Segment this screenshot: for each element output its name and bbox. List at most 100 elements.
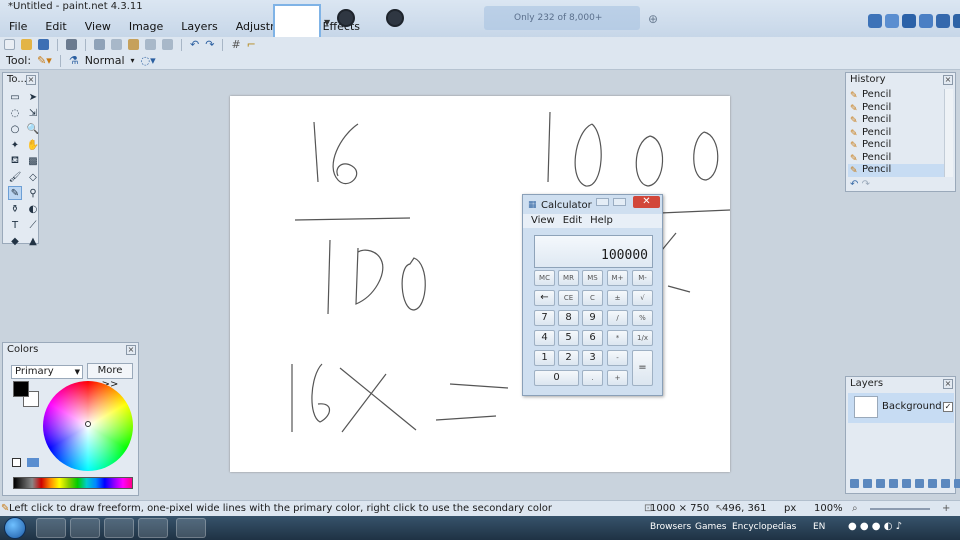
palette-icon[interactable] bbox=[919, 14, 933, 28]
ellipse-select-icon[interactable]: ○ bbox=[8, 122, 22, 136]
calc-menu-help[interactable]: Help bbox=[590, 214, 613, 228]
lasso-select-icon[interactable]: ◌ bbox=[8, 106, 22, 120]
calc-button-reciprocal[interactable]: 1/x bbox=[632, 330, 653, 346]
crop-icon[interactable] bbox=[145, 39, 156, 50]
layers-icon[interactable] bbox=[953, 14, 960, 28]
magic-wand-icon[interactable]: ✦ bbox=[8, 138, 22, 152]
paint-bucket-icon[interactable]: ⛾ bbox=[8, 154, 22, 168]
pan-hand-icon[interactable]: ✋ bbox=[26, 138, 40, 152]
zoom-select[interactable]: 100% bbox=[814, 501, 843, 516]
shapes-icon[interactable]: ◆ bbox=[8, 234, 22, 248]
calc-button-m-minus[interactable]: M- bbox=[632, 270, 653, 286]
calc-button-9[interactable]: 9 bbox=[582, 310, 603, 326]
clone-stamp-icon[interactable]: ⚱ bbox=[8, 202, 22, 216]
calc-button-equals[interactable]: = bbox=[632, 350, 653, 386]
start-button[interactable] bbox=[4, 517, 26, 539]
save-icon[interactable] bbox=[38, 39, 49, 50]
blend-mode-select[interactable]: Normal bbox=[85, 54, 125, 67]
duplicate-layer-icon[interactable] bbox=[876, 479, 885, 488]
redo-icon[interactable] bbox=[954, 479, 960, 488]
history-item-selected[interactable]: ✎ Pencil bbox=[848, 164, 946, 177]
taskbar-app-calculator[interactable] bbox=[176, 518, 206, 538]
calc-button-ms[interactable]: MS bbox=[582, 270, 603, 286]
calc-button-divide[interactable]: / bbox=[607, 310, 628, 326]
history-item[interactable]: ✎ Pencil bbox=[848, 139, 946, 152]
undo-icon[interactable]: ↶ bbox=[850, 179, 858, 190]
calc-button-percent[interactable]: % bbox=[632, 310, 653, 326]
zoom-icon[interactable]: 🔍 bbox=[26, 122, 40, 136]
calc-button-4[interactable]: 4 bbox=[534, 330, 555, 346]
line-curve-icon[interactable]: ⟋ bbox=[26, 218, 40, 232]
history-icon[interactable] bbox=[936, 14, 950, 28]
calc-button-c[interactable]: C bbox=[582, 290, 603, 306]
delete-layer-icon[interactable] bbox=[863, 479, 872, 488]
selection-mode-icon[interactable]: ◌▾ bbox=[141, 54, 156, 67]
cut-icon[interactable] bbox=[94, 39, 105, 50]
zoom-slider[interactable] bbox=[870, 508, 930, 510]
grid-icon[interactable]: # bbox=[231, 38, 240, 51]
calc-button-5[interactable]: 5 bbox=[558, 330, 579, 346]
gradient-icon[interactable]: ▩ bbox=[26, 154, 40, 168]
move-layer-up-icon[interactable] bbox=[902, 479, 911, 488]
pencil-icon[interactable]: ✎▾ bbox=[37, 54, 52, 67]
new-tab-icon[interactable]: ⊕ bbox=[648, 12, 658, 26]
calc-menu-edit[interactable]: Edit bbox=[563, 214, 582, 228]
deselect-icon[interactable] bbox=[162, 39, 173, 50]
close-icon[interactable]: × bbox=[126, 345, 136, 355]
primary-color-swatch[interactable] bbox=[13, 381, 29, 397]
layer-row[interactable]: Background ✓ bbox=[848, 393, 954, 423]
zoom-icon[interactable]: ⌕ bbox=[852, 501, 858, 516]
calc-menu-view[interactable]: View bbox=[531, 214, 555, 228]
paintbrush-icon[interactable]: 🖌 bbox=[8, 170, 22, 184]
history-scrollbar[interactable] bbox=[944, 89, 953, 177]
calc-button-3[interactable]: 3 bbox=[582, 350, 603, 366]
calc-button-negate[interactable]: ± bbox=[607, 290, 628, 306]
rectangle-select-icon[interactable]: ▭ bbox=[8, 90, 22, 104]
move-selection-icon[interactable]: ⇲ bbox=[26, 106, 40, 120]
unit-select[interactable]: px bbox=[784, 501, 796, 516]
close-icon[interactable]: × bbox=[943, 75, 953, 85]
color-picker-icon[interactable]: ⚲ bbox=[26, 186, 40, 200]
taskbar-app-files[interactable] bbox=[138, 518, 168, 538]
print-icon[interactable] bbox=[66, 39, 77, 50]
move-selected-icon[interactable]: ➤ bbox=[26, 90, 40, 104]
browser-tab[interactable]: Only 232 of 8,000+ games... bbox=[484, 6, 640, 47]
redo-icon[interactable]: ↷ bbox=[205, 38, 214, 51]
calc-button-8[interactable]: 8 bbox=[558, 310, 579, 326]
ruler-icon[interactable]: ⌐ bbox=[247, 38, 256, 51]
language-indicator[interactable]: EN bbox=[813, 522, 825, 532]
color-palette-strip[interactable] bbox=[13, 477, 133, 489]
calc-button-0[interactable]: 0 bbox=[534, 370, 579, 386]
more-colors-button[interactable]: More >> bbox=[87, 363, 133, 390]
taskbar-link-encyclopedias[interactable]: Encyclopedias bbox=[732, 522, 796, 532]
move-layer-down-icon[interactable] bbox=[915, 479, 924, 488]
eraser-icon[interactable]: ◇ bbox=[26, 170, 40, 184]
calc-button-2[interactable]: 2 bbox=[558, 350, 579, 366]
zoom-icon[interactable] bbox=[928, 479, 937, 488]
menu-image[interactable]: Image bbox=[120, 17, 172, 37]
taskbar-circle-icon[interactable] bbox=[337, 9, 355, 27]
add-layer-icon[interactable] bbox=[850, 479, 859, 488]
redo-icon[interactable]: ↷ bbox=[862, 179, 870, 190]
zoom-in-icon[interactable]: + bbox=[942, 501, 950, 516]
taskbar-link-games[interactable]: Games bbox=[695, 522, 726, 532]
calc-button-multiply[interactable]: * bbox=[607, 330, 628, 346]
history-item[interactable]: ✎ Pencil bbox=[848, 127, 946, 140]
calc-button-6[interactable]: 6 bbox=[582, 330, 603, 346]
open-folder-icon[interactable] bbox=[21, 39, 32, 50]
calc-button-sqrt[interactable]: √ bbox=[632, 290, 653, 306]
undo-icon[interactable]: ↶ bbox=[190, 38, 199, 51]
history-item[interactable]: ✎ Pencil bbox=[848, 89, 946, 102]
palette-menu-icon[interactable] bbox=[27, 458, 39, 467]
color-mode-select[interactable]: Primary ▼ bbox=[11, 365, 83, 379]
history-item[interactable]: ✎ Pencil bbox=[848, 152, 946, 165]
recolor-icon[interactable]: ◐ bbox=[26, 202, 40, 216]
menu-edit[interactable]: Edit bbox=[36, 17, 75, 37]
layer-visibility-checkbox[interactable]: ✓ bbox=[943, 402, 953, 412]
minimize-icon[interactable] bbox=[596, 198, 609, 206]
shape-type-icon[interactable]: ▲ bbox=[26, 234, 40, 248]
close-icon[interactable]: × bbox=[26, 75, 36, 85]
history-item[interactable]: ✎ Pencil bbox=[848, 102, 946, 115]
settings-icon[interactable] bbox=[885, 14, 899, 28]
taskbar-circle-icon[interactable] bbox=[386, 9, 404, 27]
